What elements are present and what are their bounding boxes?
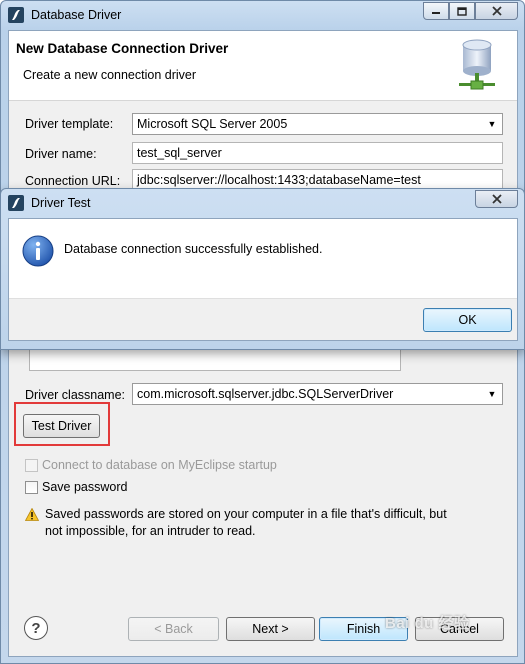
dialog-client-area: Database connection successfully establi…: [8, 218, 518, 341]
connect-on-startup-checkbox[interactable]: [25, 459, 38, 472]
driver-classname-select[interactable]: com.microsoft.sqlserver.jdbc.SQLServerDr…: [132, 383, 503, 405]
close-icon: [491, 194, 502, 204]
test-driver-button[interactable]: Test Driver: [23, 414, 100, 438]
maximize-icon: [457, 6, 467, 16]
driver-template-select[interactable]: Microsoft SQL Server 2005 ▼: [132, 113, 503, 135]
dialog-close-button[interactable]: [475, 190, 518, 208]
caption-buttons: [423, 2, 518, 20]
chevron-down-icon: ▼: [487, 389, 497, 399]
next-button[interactable]: Next >: [226, 617, 315, 641]
driver-template-value: Microsoft SQL Server 2005: [137, 117, 288, 131]
information-icon: [22, 235, 54, 267]
minimize-icon: [432, 12, 440, 14]
banner-subtitle: Create a new connection driver: [23, 68, 197, 82]
dialog-message: Database connection successfully establi…: [64, 242, 323, 256]
dialog-title: Driver Test: [31, 196, 91, 210]
banner-title: New Database Connection Driver: [16, 41, 229, 56]
warning-triangle-icon: [25, 508, 39, 521]
save-password-label: Save password: [42, 480, 128, 494]
back-button[interactable]: < Back: [128, 617, 219, 641]
help-icon[interactable]: ?: [24, 616, 48, 640]
connection-url-label: Connection URL:: [25, 174, 121, 188]
driver-name-field[interactable]: test_sql_server: [132, 142, 503, 164]
dialog-footer: OK: [9, 298, 517, 340]
driver-test-dialog: Driver Test Database connection successf…: [0, 188, 525, 350]
database-driver-icon: [459, 39, 495, 90]
save-password-checkbox[interactable]: [25, 481, 38, 494]
window-titlebar[interactable]: Database Driver: [1, 1, 524, 29]
driver-name-label: Driver name:: [25, 147, 97, 161]
myeclipse-logo-icon: [8, 7, 24, 23]
close-button[interactable]: [475, 2, 518, 20]
window-title: Database Driver: [31, 8, 122, 22]
warning-line-1: Saved passwords are stored on your compu…: [45, 507, 447, 521]
warning-line-2: not impossible, for an intruder to read.: [45, 524, 256, 538]
myeclipse-logo-icon: [8, 195, 24, 211]
close-icon: [491, 6, 502, 16]
minimize-button[interactable]: [423, 2, 449, 20]
ok-button[interactable]: OK: [423, 308, 512, 332]
connect-on-startup-label: Connect to database on MyEclipse startup: [42, 458, 277, 472]
driver-classname-value: com.microsoft.sqlserver.jdbc.SQLServerDr…: [137, 387, 394, 401]
dialog-titlebar[interactable]: Driver Test: [1, 189, 524, 217]
wizard-banner: New Database Connection Driver Create a …: [9, 31, 517, 101]
maximize-button[interactable]: [449, 2, 475, 20]
watermark: Bai du 经验: [385, 615, 470, 632]
chevron-down-icon: ▼: [487, 119, 497, 129]
dialog-caption-buttons: [475, 190, 518, 208]
driver-classname-label: Driver classname:: [25, 388, 126, 402]
driver-template-label: Driver template:: [25, 117, 114, 131]
